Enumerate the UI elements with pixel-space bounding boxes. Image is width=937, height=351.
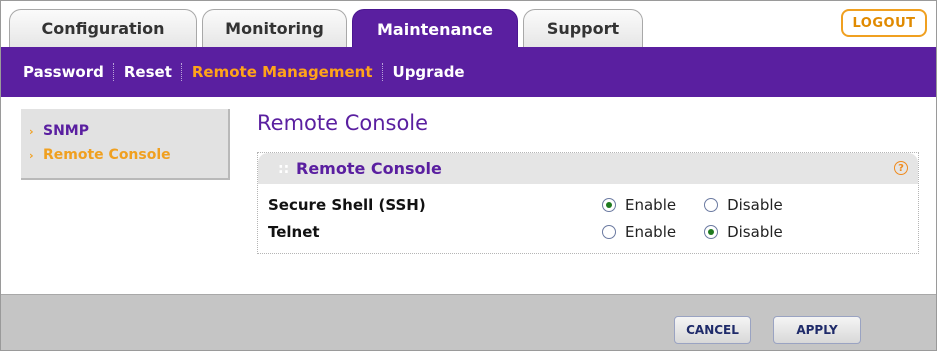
logout-button[interactable]: LOGOUT [841, 9, 927, 37]
main-tab-bar: Configuration Monitoring Maintenance Sup… [1, 1, 936, 48]
sidebar-item-label: Remote Console [43, 147, 171, 163]
radio-label: Enable [625, 196, 677, 214]
telnet-enable-radio[interactable]: Enable [602, 223, 676, 241]
help-icon[interactable]: ? [894, 161, 908, 175]
subnav-upgrade[interactable]: Upgrade [393, 63, 465, 81]
telnet-label: Telnet [268, 223, 320, 241]
sidebar-item-label: SNMP [43, 123, 89, 139]
action-bar: CANCEL APPLY [1, 294, 936, 350]
radio-unselected-icon[interactable] [602, 225, 616, 239]
subnav-password[interactable]: Password [23, 63, 104, 81]
sidebar: › SNMP › Remote Console [21, 109, 230, 180]
telnet-disable-radio[interactable]: Disable [704, 223, 783, 241]
panel-title: Remote Console [296, 159, 442, 178]
radio-selected-icon[interactable] [602, 198, 616, 212]
tab-monitoring[interactable]: Monitoring [202, 9, 347, 47]
panel-header: :: Remote Console ? [258, 153, 918, 184]
remote-console-panel: :: Remote Console ? Secure Shell (SSH) E… [257, 152, 919, 254]
ssh-enable-radio[interactable]: Enable [602, 196, 676, 214]
tab-configuration[interactable]: Configuration [9, 9, 197, 47]
subnav-divider [180, 63, 183, 81]
tab-maintenance[interactable]: Maintenance [352, 9, 518, 48]
radio-label: Disable [727, 223, 783, 241]
radio-selected-icon[interactable] [704, 225, 719, 239]
subnav-divider [381, 63, 384, 81]
drag-handle-icon: :: [278, 160, 290, 177]
ssh-label: Secure Shell (SSH) [268, 196, 426, 214]
sidebar-item-remote-console[interactable]: › Remote Console [21, 143, 228, 167]
ssh-row: Secure Shell (SSH) Enable Disable [268, 193, 908, 217]
subnav-remote-management[interactable]: Remote Management [192, 63, 373, 81]
cancel-button[interactable]: CANCEL [674, 316, 751, 344]
apply-button[interactable]: APPLY [773, 316, 861, 344]
chevron-right-icon: › [29, 124, 34, 138]
radio-label: Disable [727, 196, 783, 214]
tab-support[interactable]: Support [523, 9, 643, 47]
chevron-right-icon: › [29, 148, 34, 162]
page-title: Remote Console [257, 111, 429, 135]
sidebar-item-snmp[interactable]: › SNMP [21, 119, 228, 143]
subnav-divider [112, 63, 115, 81]
ssh-disable-radio[interactable]: Disable [704, 196, 783, 214]
app-frame: Configuration Monitoring Maintenance Sup… [0, 0, 937, 351]
radio-unselected-icon[interactable] [704, 198, 719, 212]
sub-navigation: Password Reset Remote Management Upgrade [1, 47, 936, 97]
radio-label: Enable [625, 223, 677, 241]
telnet-row: Telnet Enable Disable [268, 220, 908, 244]
subnav-reset[interactable]: Reset [124, 63, 172, 81]
